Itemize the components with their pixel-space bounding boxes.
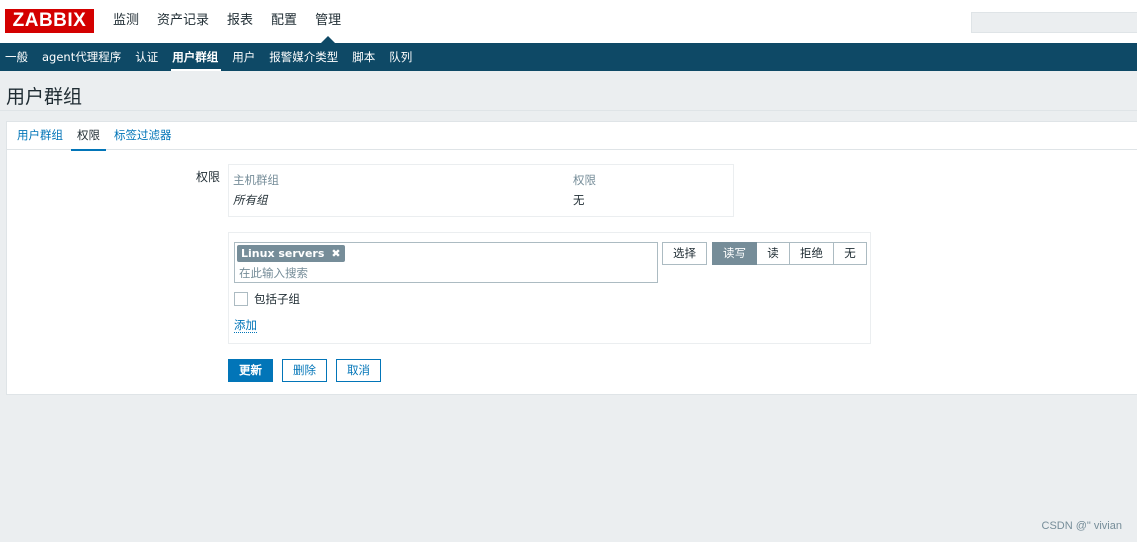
table-header-permission: 权限 [573,173,596,187]
host-group-multiselect[interactable]: Linux servers ✖ [234,242,658,283]
selected-chip: Linux servers ✖ [237,245,345,262]
permission-option-read-write[interactable]: 读写 [712,242,757,265]
subnav-item-scripts[interactable]: 脚本 [347,43,382,71]
form-tabs: 用户群组 权限 标签过滤器 [7,122,1137,151]
cancel-button[interactable]: 取消 [336,359,381,382]
title-divider [0,110,1137,111]
add-link[interactable]: 添加 [234,318,257,333]
menu-monitoring[interactable]: 监测 [104,0,148,43]
menu-inventory[interactable]: 资产记录 [148,0,218,43]
close-icon[interactable]: ✖ [331,245,340,262]
multiselect-search-input[interactable] [239,265,639,280]
menu-reports[interactable]: 报表 [218,0,262,43]
main-menu: 监测 资产记录 报表 配置 管理 [104,0,350,43]
permissions-table: 主机群组 权限 所有组 无 [228,164,734,217]
form-buttons: 更新 删除 取消 [228,359,390,382]
permission-radio-group: 读写 读 拒绝 无 [712,242,867,265]
permission-option-deny[interactable]: 拒绝 [790,242,834,265]
include-subgroups-label: 包括子组 [254,292,300,306]
menu-configuration[interactable]: 配置 [262,0,306,43]
tab-tag-filter[interactable]: 标签过滤器 [108,122,178,150]
watermark: CSDN @" vivian [1041,520,1122,532]
permissions-label: 权限 [196,170,221,184]
zabbix-logo[interactable]: ZABBIX [5,9,94,33]
menu-administration[interactable]: 管理 [306,0,350,43]
delete-button[interactable]: 删除 [282,359,327,382]
subnav-item-users[interactable]: 用户 [227,43,262,71]
subnav-item-queue[interactable]: 队列 [384,43,419,71]
permission-option-none[interactable]: 无 [834,242,867,265]
update-button[interactable]: 更新 [228,359,273,382]
form-panel: 用户群组 权限 标签过滤器 权限 主机群组 权限 所有组 无 Linux ser… [6,121,1137,395]
tab-user-group[interactable]: 用户群组 [11,122,69,150]
page-title: 用户群组 [6,86,83,108]
subnav-item-media-types[interactable]: 报警媒介类型 [264,43,345,71]
table-cell-permission: 无 [573,193,585,207]
top-header: ZABBIX 监测 资产记录 报表 配置 管理 [0,0,1137,43]
permission-option-read[interactable]: 读 [757,242,790,265]
add-permission-block: Linux servers ✖ 选择 读写 读 拒绝 无 包括子组 添加 [228,232,871,344]
tab-permissions[interactable]: 权限 [71,122,106,151]
table-header-host-group: 主机群组 [233,173,279,187]
select-button[interactable]: 选择 [662,242,707,265]
subnav-item-authentication[interactable]: 认证 [130,43,165,71]
include-subgroups-row: 包括子组 [234,291,300,307]
subnav-item-user-groups[interactable]: 用户群组 [167,43,225,71]
table-cell-group: 所有组 [233,193,268,207]
global-search-input[interactable] [971,12,1137,33]
include-subgroups-checkbox[interactable] [234,292,248,306]
sub-navigation: 一般 agent代理程序 认证 用户群组 用户 报警媒介类型 脚本 队列 [0,43,1137,71]
chip-label: Linux servers [241,247,325,260]
subnav-item-proxies[interactable]: agent代理程序 [37,43,128,71]
subnav-item-general[interactable]: 一般 [0,43,35,71]
